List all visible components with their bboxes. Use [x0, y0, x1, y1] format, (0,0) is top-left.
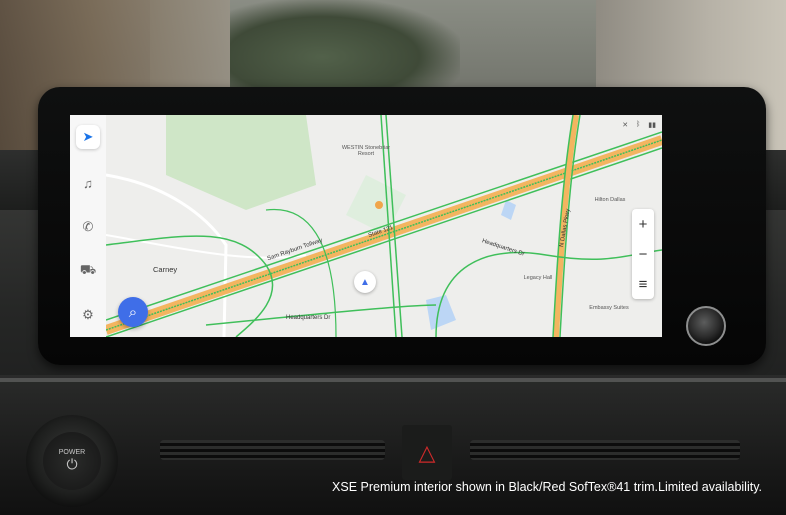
- dashboard-trim: [0, 378, 786, 382]
- poi-hilton[interactable]: Hilton Dallas: [590, 197, 630, 203]
- zoom-in-button[interactable]: +: [632, 209, 654, 239]
- current-location-icon[interactable]: ▲: [354, 271, 376, 293]
- vehicle-dashboard-photo: ➤ ♫ ✆ ⛟ ⚙ ✕ ᛒ ▮▮ Carney Sam Rayburn Toll…: [0, 0, 786, 515]
- hazard-button[interactable]: △: [402, 425, 452, 480]
- navigation-arrow-icon[interactable]: ➤: [76, 125, 100, 149]
- status-icons: ✕ ᛒ ▮▮: [622, 121, 656, 129]
- hazard-icon: △: [418, 439, 436, 465]
- poi-embassy[interactable]: Embassy Suites: [584, 305, 634, 311]
- right-air-vent: [470, 440, 740, 460]
- image-caption: XSE Premium interior shown in Black/Red …: [332, 480, 762, 494]
- search-icon: ⌕: [128, 303, 138, 321]
- map-menu-button[interactable]: ≡: [632, 269, 654, 299]
- power-button[interactable]: POWER ⏻: [26, 415, 118, 507]
- bluetooth-icon: ᛒ: [636, 121, 641, 128]
- map-label-headquarters-dr-1: Headquarters Dr: [286, 315, 331, 321]
- app-sidebar: ➤ ♫ ✆ ⛟ ⚙: [70, 115, 106, 337]
- phone-icon[interactable]: ✆: [76, 215, 100, 239]
- left-air-vent: [160, 440, 385, 460]
- car-icon[interactable]: ⛟: [76, 259, 100, 283]
- infotainment-screen: ➤ ♫ ✆ ⛟ ⚙ ✕ ᛒ ▮▮ Carney Sam Rayburn Toll…: [70, 115, 662, 337]
- poi-westin[interactable]: WESTIN Stonebriar Resort: [336, 145, 396, 157]
- mute-icon: ✕: [622, 122, 629, 129]
- search-button[interactable]: ⌕: [118, 297, 148, 327]
- music-note-icon[interactable]: ♫: [76, 171, 100, 195]
- signal-icon: ▮▮: [648, 122, 656, 129]
- map-label-carney: Carney: [153, 265, 178, 274]
- map-view[interactable]: ✕ ᛒ ▮▮ Carney Sam Rayburn Tollway State …: [106, 115, 662, 337]
- power-icon: ⏻: [66, 456, 78, 472]
- power-label: POWER: [58, 449, 86, 456]
- zoom-out-button[interactable]: −: [632, 239, 654, 269]
- tree-background: [230, 0, 460, 95]
- poi-legacy[interactable]: Legacy Hall: [518, 275, 558, 281]
- zoom-controls: + − ≡: [632, 209, 654, 299]
- gear-icon[interactable]: ⚙: [76, 303, 100, 327]
- volume-knob[interactable]: [686, 306, 726, 346]
